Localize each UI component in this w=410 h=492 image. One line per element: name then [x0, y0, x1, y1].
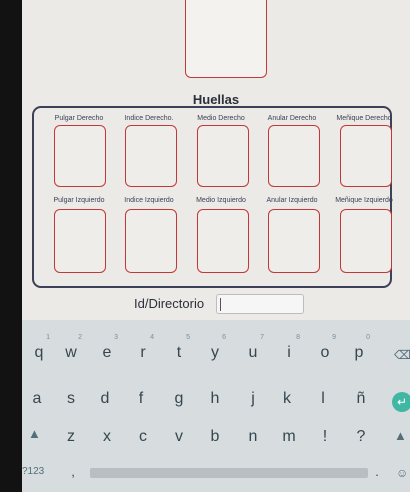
finger-label-medio-izquierdo: Medio Izquierdo — [196, 197, 246, 204]
key-b[interactable]: b — [200, 428, 230, 446]
fingerprint-box-indice-izquierdo[interactable] — [125, 209, 177, 273]
key-t[interactable]: 5t — [164, 334, 194, 362]
key-q[interactable]: 1q — [24, 334, 54, 362]
key-question[interactable]: ? — [346, 428, 376, 446]
emoji-icon[interactable]: ☺ — [396, 466, 408, 480]
fingerprint-box-medio-izquierdo[interactable] — [197, 209, 249, 273]
key-y[interactable]: 6y — [200, 334, 230, 362]
finger-label-indice-izquierdo: Indice Izquierdo — [124, 197, 174, 204]
finger-label-pulgar-izquierdo: Pulgar Izquierdo — [53, 197, 105, 204]
key-exclamation[interactable]: ! — [310, 428, 340, 446]
id-directorio-input[interactable] — [216, 294, 304, 314]
finger-label-menique-izquierdo: Meñique Izquierdo — [335, 197, 393, 204]
key-o[interactable]: 9o — [310, 334, 340, 362]
key-d[interactable]: d — [90, 390, 120, 408]
key-h[interactable]: h — [200, 390, 230, 408]
finger-label-indice-derecho: Indice Derecho. — [124, 115, 174, 122]
key-n[interactable]: n — [238, 428, 268, 446]
fingerprint-box-menique-derecho[interactable] — [340, 125, 392, 187]
key-w[interactable]: 2w — [56, 334, 86, 362]
key-c[interactable]: c — [128, 428, 158, 446]
key-l[interactable]: l — [308, 390, 338, 408]
fingerprint-box-pulgar-izquierdo[interactable] — [54, 209, 106, 273]
fingerprint-box-anular-izquierdo[interactable] — [268, 209, 320, 273]
key-e[interactable]: 3e — [92, 334, 122, 362]
key-period[interactable]: . — [362, 464, 392, 479]
backspace-icon[interactable]: ⌫ — [394, 348, 410, 362]
device-bezel — [0, 0, 22, 492]
enter-icon[interactable]: ↵ — [392, 392, 410, 412]
space-bar[interactable] — [90, 468, 368, 478]
fingerprint-box-pulgar-derecho[interactable] — [54, 125, 106, 187]
finger-label-menique-derecho: Meñique Derecho — [336, 115, 392, 122]
screen: Huellas Pulgar Derecho Indice Derecho. M… — [22, 0, 410, 492]
key-j[interactable]: j — [238, 390, 268, 408]
key-f[interactable]: f — [126, 390, 156, 408]
fingerprint-box-menique-izquierdo[interactable] — [340, 209, 392, 273]
key-comma[interactable]: , — [58, 464, 88, 479]
fingerprint-box-anular-derecho[interactable] — [268, 125, 320, 187]
section-title: Huellas — [192, 92, 240, 107]
key-u[interactable]: 7u — [238, 334, 268, 362]
shift-right-icon[interactable]: ▲ — [394, 428, 407, 443]
finger-label-anular-izquierdo: Anular Izquierdo — [266, 197, 318, 204]
shift-icon[interactable]: ▲ — [28, 426, 41, 441]
onscreen-keyboard: 1q 2w 3e 4r 5t 6y 7u 8i 9o 0p ⌫ a s d f … — [22, 320, 410, 492]
finger-label-pulgar-derecho: Pulgar Derecho — [54, 115, 104, 122]
text-caret — [220, 298, 221, 311]
fingerprint-box-medio-derecho[interactable] — [197, 125, 249, 187]
key-x[interactable]: x — [92, 428, 122, 446]
symbols-key[interactable]: ?123 — [22, 466, 44, 477]
finger-label-medio-derecho: Medio Derecho — [197, 115, 245, 122]
key-g[interactable]: g — [164, 390, 194, 408]
key-s[interactable]: s — [56, 390, 86, 408]
key-k[interactable]: k — [272, 390, 302, 408]
key-a[interactable]: a — [22, 390, 52, 408]
key-m[interactable]: m — [274, 428, 304, 446]
key-v[interactable]: v — [164, 428, 194, 446]
finger-label-anular-derecho: Anular Derecho — [267, 115, 317, 122]
id-directorio-label: Id/Directorio — [134, 296, 205, 311]
key-r[interactable]: 4r — [128, 334, 158, 362]
fingerprint-box-indice-derecho[interactable] — [125, 125, 177, 187]
key-p[interactable]: 0p — [344, 334, 374, 362]
key-enye[interactable]: ñ — [346, 390, 376, 408]
key-z[interactable]: z — [56, 428, 86, 446]
key-i[interactable]: 8i — [274, 334, 304, 362]
photo-frame[interactable] — [185, 0, 267, 78]
